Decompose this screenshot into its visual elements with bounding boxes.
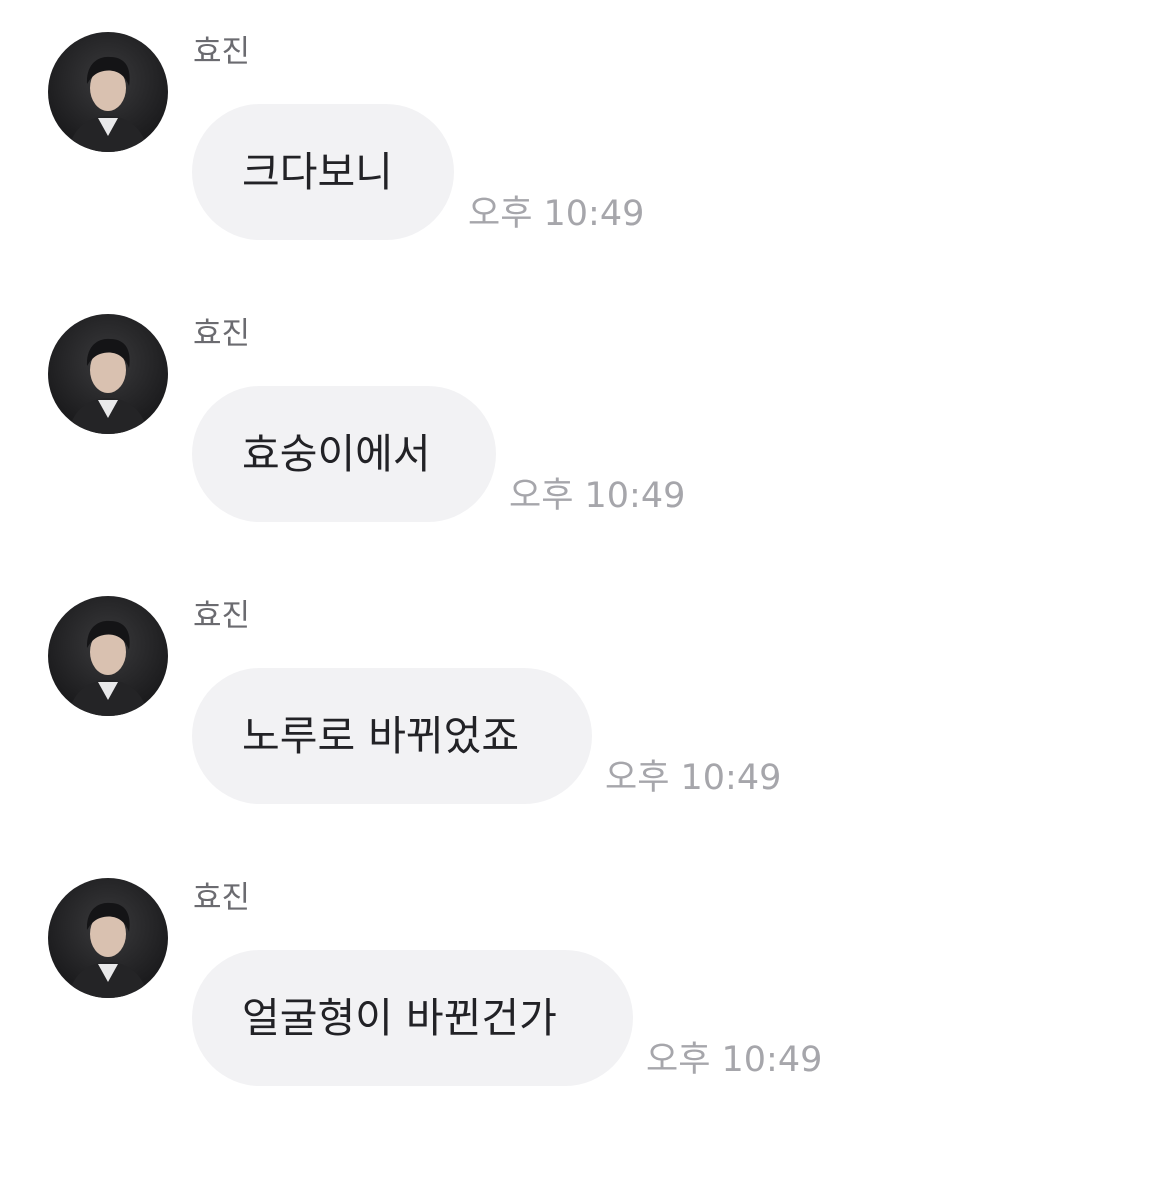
message-text: 얼굴형이 바뀐건가 (242, 994, 557, 1042)
profile-photo-icon (68, 620, 148, 716)
sender-name: 효진 (193, 598, 251, 634)
message-text: 노루로 바뀌었죠 (242, 712, 520, 760)
message-bubble[interactable]: 효숭이에서 (192, 386, 496, 522)
sender-name: 효진 (193, 880, 251, 916)
avatar[interactable] (48, 314, 168, 434)
message-bubble[interactable]: 크다보니 (192, 104, 454, 240)
message-row: 효진 노루로 바뀌었죠 오후 10:49 (0, 596, 1151, 836)
avatar[interactable] (48, 878, 168, 998)
message-timestamp: 오후 10:49 (509, 476, 686, 516)
sender-name: 효진 (193, 316, 251, 352)
profile-photo-icon (68, 338, 148, 434)
message-text: 효숭이에서 (242, 430, 431, 478)
message-timestamp: 오후 10:49 (605, 758, 782, 798)
avatar[interactable] (48, 596, 168, 716)
message-timestamp: 오후 10:49 (646, 1040, 823, 1080)
message-bubble[interactable]: 노루로 바뀌었죠 (192, 668, 592, 804)
sender-name: 효진 (193, 34, 251, 70)
avatar[interactable] (48, 32, 168, 152)
message-timestamp: 오후 10:49 (468, 194, 645, 234)
message-bubble[interactable]: 얼굴형이 바뀐건가 (192, 950, 633, 1086)
message-text: 크다보니 (242, 148, 393, 196)
profile-photo-icon (68, 56, 148, 152)
message-row: 효진 크다보니 오후 10:49 (0, 32, 1151, 272)
profile-photo-icon (68, 902, 148, 998)
message-row: 효진 얼굴형이 바뀐건가 오후 10:49 (0, 878, 1151, 1118)
message-row: 효진 효숭이에서 오후 10:49 (0, 314, 1151, 554)
